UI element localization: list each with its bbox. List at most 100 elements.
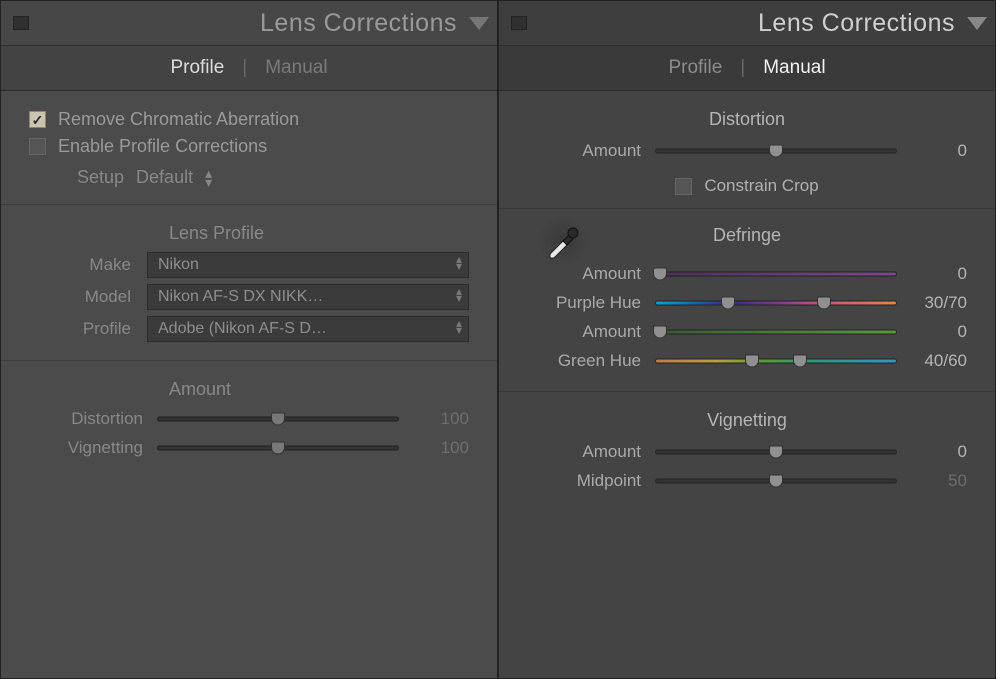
slider-thumb-icon[interactable] <box>769 475 783 488</box>
constrain-crop-row[interactable]: Constrain Crop <box>527 176 967 196</box>
slider-thumb-icon[interactable] <box>653 268 667 281</box>
green-amount-row: Amount 0 <box>527 321 967 343</box>
dropdown-icon: ▴▾ <box>456 256 462 269</box>
vignetting-slider-row: Vignetting 100 <box>29 437 469 459</box>
purple-amount-label: Amount <box>527 264 655 284</box>
green-amount-slider[interactable] <box>655 325 897 339</box>
tab-manual[interactable]: Manual <box>265 57 327 79</box>
purple-hue-slider[interactable] <box>655 296 897 310</box>
green-hue-label: Green Hue <box>527 351 655 371</box>
slider-thumb-lo-icon[interactable] <box>745 355 759 368</box>
panel-toggle-icon[interactable] <box>13 16 29 30</box>
lens-profile-section: Lens Profile Make Nikon ▴▾ Model Nikon A… <box>1 205 497 361</box>
lens-profile-heading: Lens Profile <box>169 223 469 244</box>
purple-amount-row: Amount 0 <box>527 263 967 285</box>
purple-amount-value[interactable]: 0 <box>897 264 967 284</box>
model-row: Model Nikon AF-S DX NIKK… ▴▾ <box>29 284 469 310</box>
green-hue-row: Green Hue 40/60 <box>527 350 967 372</box>
panel-title: Lens Corrections <box>527 9 963 38</box>
lens-corrections-panel-manual: Lens Corrections Profile | Manual Distor… <box>498 0 996 679</box>
dropdown-icon: ▴▾ <box>456 320 462 333</box>
model-value: Nikon AF-S DX NIKK… <box>158 288 323 306</box>
enable-profile-row[interactable]: Enable Profile Corrections <box>29 136 469 157</box>
green-hue-value[interactable]: 40/60 <box>897 351 967 371</box>
disclosure-icon[interactable] <box>469 17 489 30</box>
purple-hue-value[interactable]: 30/70 <box>897 293 967 313</box>
make-label: Make <box>29 255 147 275</box>
profile-label: Profile <box>29 319 147 339</box>
updown-icon: ▴▾ <box>205 169 212 186</box>
enable-profile-label: Enable Profile Corrections <box>58 136 267 157</box>
slider-thumb-icon[interactable] <box>271 413 285 426</box>
disclosure-icon[interactable] <box>967 17 987 30</box>
tab-manual[interactable]: Manual <box>763 57 825 79</box>
green-hue-slider[interactable] <box>655 354 897 368</box>
vignetting-amount-value[interactable]: 0 <box>897 442 967 462</box>
remove-ca-label: Remove Chromatic Aberration <box>58 109 299 130</box>
amount-heading: Amount <box>169 379 469 400</box>
vignetting-midpoint-label: Midpoint <box>527 471 655 491</box>
vignetting-midpoint-value[interactable]: 50 <box>897 471 967 491</box>
distortion-heading: Distortion <box>527 109 967 130</box>
slider-thumb-icon[interactable] <box>769 446 783 459</box>
tab-row: Profile | Manual <box>1 46 497 91</box>
tab-profile[interactable]: Profile <box>170 57 224 79</box>
profile-dropdown[interactable]: Adobe (Nikon AF-S D… ▴▾ <box>147 316 469 342</box>
defringe-section: Defringe Amount 0 Purple Hue 30/70 Amoun… <box>499 209 995 392</box>
make-row: Make Nikon ▴▾ <box>29 252 469 278</box>
remove-ca-row[interactable]: Remove Chromatic Aberration <box>29 109 469 130</box>
vignetting-slider[interactable] <box>157 441 399 455</box>
distortion-section: Distortion Amount 0 Constrain Crop <box>499 91 995 209</box>
vignetting-heading: Vignetting <box>527 410 967 431</box>
setup-label: Setup <box>77 167 124 188</box>
distortion-amount-slider[interactable] <box>655 144 897 158</box>
panel-toggle-icon[interactable] <box>511 16 527 30</box>
profile-value: Adobe (Nikon AF-S D… <box>158 320 327 338</box>
vignetting-midpoint-row: Midpoint 50 <box>527 470 967 492</box>
vignetting-section: Vignetting Amount 0 Midpoint 50 <box>499 392 995 678</box>
slider-thumb-hi-icon[interactable] <box>793 355 807 368</box>
vignetting-value[interactable]: 100 <box>399 438 469 458</box>
lens-corrections-panel-profile: Lens Corrections Profile | Manual Remove… <box>0 0 498 679</box>
amount-section: Amount Distortion 100 Vignetting 100 <box>1 361 497 678</box>
panel-header: Lens Corrections <box>1 1 497 46</box>
panel-header: Lens Corrections <box>499 1 995 46</box>
distortion-amount-value[interactable]: 0 <box>897 141 967 161</box>
distortion-slider[interactable] <box>157 412 399 426</box>
make-value: Nikon <box>158 256 199 274</box>
slider-thumb-lo-icon[interactable] <box>721 297 735 310</box>
purple-hue-row: Purple Hue 30/70 <box>527 292 967 314</box>
constrain-crop-checkbox[interactable] <box>675 178 692 195</box>
vignetting-midpoint-slider[interactable] <box>655 474 897 488</box>
checkbox-section: Remove Chromatic Aberration Enable Profi… <box>1 91 497 205</box>
make-dropdown[interactable]: Nikon ▴▾ <box>147 252 469 278</box>
model-dropdown[interactable]: Nikon AF-S DX NIKK… ▴▾ <box>147 284 469 310</box>
green-amount-label: Amount <box>527 322 655 342</box>
tab-separator: | <box>242 57 247 79</box>
dropdown-icon: ▴▾ <box>456 288 462 301</box>
slider-thumb-icon[interactable] <box>271 442 285 455</box>
tab-row: Profile | Manual <box>499 46 995 91</box>
profile-row: Profile Adobe (Nikon AF-S D… ▴▾ <box>29 316 469 342</box>
distortion-amount-row: Amount 0 <box>527 140 967 162</box>
purple-amount-slider[interactable] <box>655 267 897 281</box>
slider-thumb-icon[interactable] <box>653 326 667 339</box>
enable-profile-checkbox[interactable] <box>29 138 46 155</box>
defringe-heading: Defringe <box>713 225 781 246</box>
tab-profile[interactable]: Profile <box>668 57 722 79</box>
vignetting-amount-label: Amount <box>527 442 655 462</box>
tab-separator: | <box>740 57 745 79</box>
vignetting-amount-slider[interactable] <box>655 445 897 459</box>
setup-row[interactable]: Setup Default ▴▾ <box>77 167 469 188</box>
slider-thumb-hi-icon[interactable] <box>817 297 831 310</box>
green-amount-value[interactable]: 0 <box>897 322 967 342</box>
purple-hue-label: Purple Hue <box>527 293 655 313</box>
remove-ca-checkbox[interactable] <box>29 111 46 128</box>
slider-thumb-icon[interactable] <box>769 145 783 158</box>
panel-title: Lens Corrections <box>29 9 465 38</box>
distortion-label: Distortion <box>29 409 157 429</box>
vignetting-label: Vignetting <box>29 438 157 458</box>
eyedropper-icon[interactable] <box>543 221 583 261</box>
model-label: Model <box>29 287 147 307</box>
distortion-value[interactable]: 100 <box>399 409 469 429</box>
